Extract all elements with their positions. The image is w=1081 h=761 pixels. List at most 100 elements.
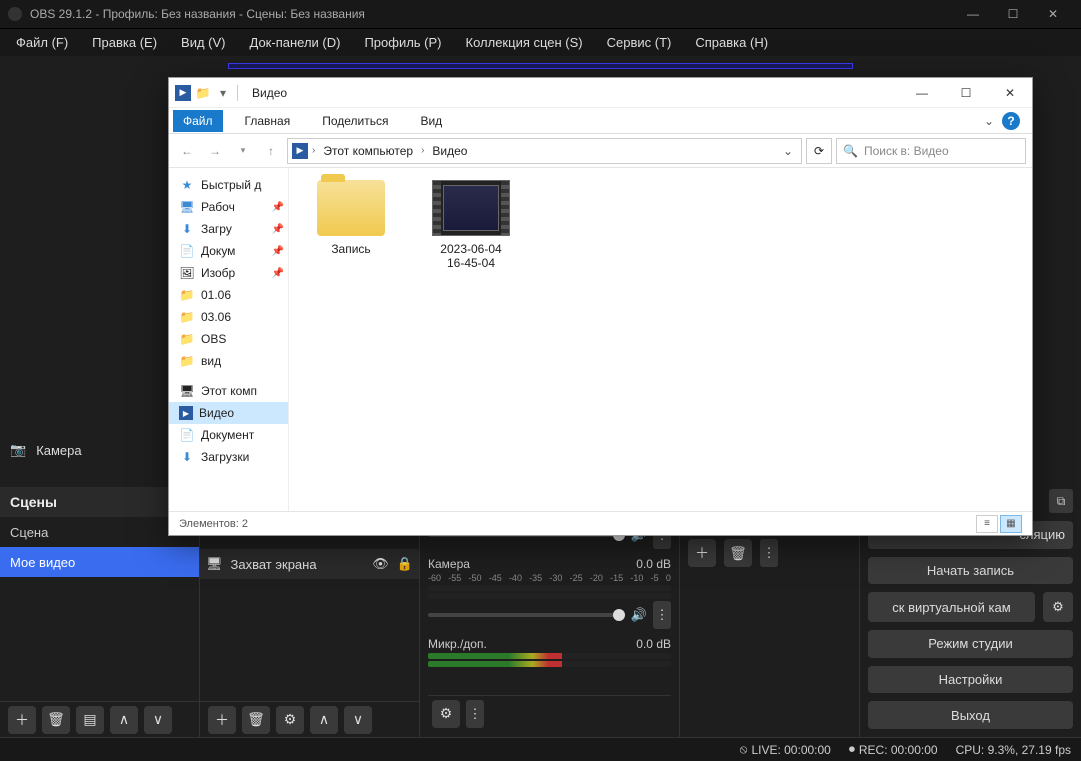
volume-slider-2[interactable] <box>428 613 625 617</box>
channel-3-name: Микр./доп. <box>428 637 487 651</box>
sidebar-this-pc[interactable]: 🖥Этот комп <box>169 380 288 402</box>
address-dropdown[interactable]: ⌄ <box>779 144 797 158</box>
video-file-item[interactable]: 2023-06-04 16-45-04 <box>421 180 521 270</box>
display-capture-icon: 🖥 <box>206 556 223 572</box>
scene-down-button[interactable]: ∨ <box>144 706 172 734</box>
help-button[interactable]: ? <box>1002 112 1020 130</box>
rec-stopped-icon: ⏺ <box>849 742 855 757</box>
camera-label: Камера <box>36 443 81 458</box>
sidebar-folder-0306[interactable]: 📁03.06 <box>169 306 288 328</box>
ribbon-tab-view[interactable]: Вид <box>410 110 452 132</box>
source-add-button[interactable]: ＋ <box>208 706 236 734</box>
visibility-icon[interactable]: 👁 <box>372 556 389 572</box>
speaker-icon[interactable]: 🔊 <box>631 607 647 623</box>
folder-label: Запись <box>301 242 401 256</box>
sidebar-documents-2[interactable]: 📄Документ <box>169 424 288 446</box>
sidebar-video[interactable]: ▶Видео <box>169 402 288 424</box>
source-item[interactable]: 🖥 Захват экрана 👁 🔒 <box>200 549 419 579</box>
video-library-icon: ▶ <box>175 85 191 101</box>
sidebar-downloads-2[interactable]: ⬇Загрузки <box>169 446 288 468</box>
nav-up-button[interactable]: ↑ <box>259 139 283 163</box>
explorer-maximize-button[interactable]: ☐ <box>944 78 988 108</box>
sidebar-downloads[interactable]: ⬇Загру📌 <box>169 218 288 240</box>
channel-3-db: 0.0 dB <box>636 637 671 651</box>
ribbon-tab-share[interactable]: Поделиться <box>312 110 398 132</box>
cpu-stats: CPU: 9.3%, 27.19 fps <box>956 743 1071 757</box>
qat-dropdown-icon[interactable]: ▾ <box>215 85 231 101</box>
icons-view-button[interactable]: ▦ <box>1000 515 1022 533</box>
channel-2-db: 0.0 dB <box>636 557 671 571</box>
dock-popout-button[interactable]: ⧉ <box>1049 489 1073 513</box>
explorer-titlebar[interactable]: ▶ 📁 ▾ Видео — ☐ ✕ <box>169 78 1032 108</box>
breadcrumb-video[interactable]: Видео <box>428 142 471 160</box>
menu-tools[interactable]: Сервис (T) <box>595 31 684 54</box>
nav-forward-button[interactable]: → <box>203 139 227 163</box>
virtual-camera-button[interactable]: ск виртуальной кам <box>868 592 1035 622</box>
obs-title: OBS 29.1.2 - Профиль: Без названия - Сце… <box>30 7 365 21</box>
close-button[interactable]: ✕ <box>1033 0 1073 28</box>
video-location-icon: ▶ <box>292 143 308 159</box>
scene-remove-button[interactable]: 🗑 <box>42 706 70 734</box>
source-down-button[interactable]: ∨ <box>344 706 372 734</box>
transition-menu-button[interactable]: ⋮ <box>760 539 778 567</box>
nav-back-button[interactable]: ← <box>175 139 199 163</box>
source-up-button[interactable]: ∧ <box>310 706 338 734</box>
explorer-content[interactable]: Запись 2023-06-04 16-45-04 <box>289 168 1032 511</box>
channel-menu-2[interactable]: ⋮ <box>653 601 671 629</box>
folder-item-zapis[interactable]: Запись <box>301 180 401 256</box>
transition-add-button[interactable]: ＋ <box>688 539 716 567</box>
menu-help[interactable]: Справка (H) <box>683 31 780 54</box>
search-icon: 🔍 <box>843 144 858 158</box>
explorer-minimize-button[interactable]: — <box>900 78 944 108</box>
exit-button[interactable]: Выход <box>868 701 1073 729</box>
ribbon-tab-home[interactable]: Главная <box>235 110 301 132</box>
obs-app-icon <box>8 7 22 21</box>
transition-remove-button[interactable]: 🗑 <box>724 539 752 567</box>
menu-file[interactable]: Файл (F) <box>4 31 80 54</box>
menu-view[interactable]: Вид (V) <box>169 31 237 54</box>
ribbon-tab-file[interactable]: Файл <box>173 110 223 132</box>
studio-mode-button[interactable]: Режим студии <box>868 630 1073 658</box>
details-view-button[interactable]: ≡ <box>976 515 998 533</box>
search-box[interactable]: 🔍 Поиск в: Видео <box>836 138 1026 164</box>
folder-large-icon <box>317 180 385 236</box>
sidebar-pictures[interactable]: 🖼Изобр📌 <box>169 262 288 284</box>
scene-add-button[interactable]: ＋ <box>8 706 36 734</box>
lock-icon[interactable]: 🔒 <box>397 556 413 572</box>
start-recording-button[interactable]: Начать запись <box>868 557 1073 585</box>
sidebar-quick-access[interactable]: ★Быстрый д <box>169 174 288 196</box>
explorer-close-button[interactable]: ✕ <box>988 78 1032 108</box>
menu-scene-collection[interactable]: Коллекция сцен (S) <box>454 31 595 54</box>
scene-up-button[interactable]: ∧ <box>110 706 138 734</box>
refresh-button[interactable]: ⟳ <box>806 138 832 164</box>
breadcrumb-this-pc[interactable]: Этот компьютер <box>319 142 417 160</box>
nav-history-dropdown[interactable]: ▾ <box>231 139 255 163</box>
maximize-button[interactable]: ☐ <box>993 0 1033 28</box>
explorer-statusbar: Элементов: 2 ≡ ▦ <box>169 511 1032 535</box>
menu-profile[interactable]: Профиль (P) <box>352 31 453 54</box>
sidebar-folder-obs[interactable]: 📁OBS <box>169 328 288 350</box>
explorer-window: ▶ 📁 ▾ Видео — ☐ ✕ Файл Главная Поделитьс… <box>168 77 1033 536</box>
address-bar[interactable]: ▶ › Этот компьютер › Видео ⌄ <box>287 138 802 164</box>
menu-docks[interactable]: Док-панели (D) <box>238 31 353 54</box>
source-properties-button[interactable]: ⚙ <box>276 706 304 734</box>
source-remove-button[interactable]: 🗑 <box>242 706 270 734</box>
scene-filter-button[interactable]: ▤ <box>76 706 104 734</box>
obs-menubar: Файл (F) Правка (E) Вид (V) Док-панели (… <box>0 28 1081 56</box>
minimize-button[interactable]: — <box>953 0 993 28</box>
mixer-menu-button[interactable]: ⋮ <box>466 700 484 728</box>
item-count: Элементов: 2 <box>179 518 248 530</box>
menu-edit[interactable]: Правка (E) <box>80 31 169 54</box>
sidebar-documents[interactable]: 📄Докум📌 <box>169 240 288 262</box>
channel-2-name: Камера <box>428 557 470 571</box>
camera-icon: 📷 <box>10 442 26 458</box>
settings-button[interactable]: Настройки <box>868 666 1073 694</box>
sidebar-desktop[interactable]: 🖥Рабоч📌 <box>169 196 288 218</box>
sidebar-folder-0106[interactable]: 📁01.06 <box>169 284 288 306</box>
ribbon-expand-icon[interactable]: ⌄ <box>984 114 994 128</box>
explorer-title: Видео <box>246 86 293 100</box>
virtual-camera-settings-button[interactable]: ⚙ <box>1043 592 1073 622</box>
sidebar-folder-vid[interactable]: 📁вид <box>169 350 288 372</box>
mixer-settings-button[interactable]: ⚙ <box>432 700 460 728</box>
scene-item-1[interactable]: Мое видео <box>0 547 199 577</box>
